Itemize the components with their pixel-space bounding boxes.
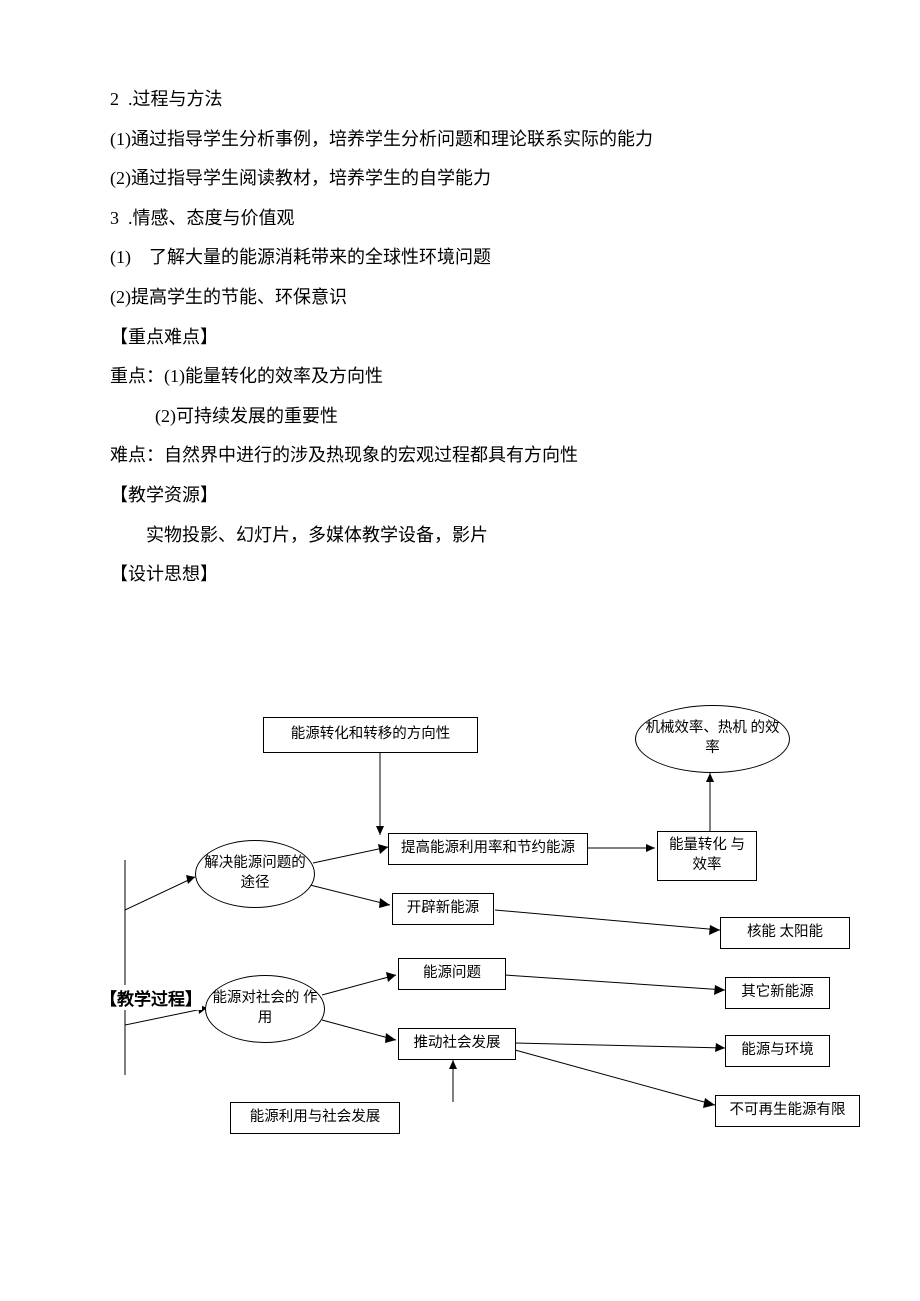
heading-resources: 【教学资源】 — [110, 476, 820, 516]
text-line: 2 .过程与方法 — [110, 80, 820, 120]
text-line: 难点：自然界中进行的涉及热现象的宏观过程都具有方向性 — [110, 436, 820, 476]
node-solve-path: 解决能源问题的途径 — [195, 840, 315, 908]
text-line: 重点：(1)能量转化的效率及方向性 — [110, 357, 820, 397]
node-conversion-efficiency: 能量转化 与效率 — [657, 831, 757, 881]
text-line: (2)可持续发展的重要性 — [110, 397, 820, 437]
node-mechanical-efficiency: 机械效率、热机 的效率 — [635, 705, 790, 773]
text-line: 实物投影、幻灯片，多媒体教学设备，影片 — [110, 516, 820, 556]
node-utilize-development: 能源利用与社会发展 — [230, 1102, 400, 1134]
node-new-source: 开辟新能源 — [392, 893, 494, 925]
node-improve-usage: 提高能源利用率和节约能源 — [388, 833, 588, 865]
text-line: (2)通过指导学生阅读教材，培养学生的自学能力 — [110, 159, 820, 199]
node-nonrenewable: 不可再生能源有限 — [715, 1095, 860, 1127]
node-drive-society: 推动社会发展 — [398, 1028, 516, 1060]
text-line: (2)提高学生的节能、环保意识 — [110, 278, 820, 318]
concept-diagram: 能源转化和转移的方向性 机械效率、热机 的效率 解决能源问题的途径 能源对社会的… — [100, 685, 860, 1215]
heading-keypoints: 【重点难点】 — [110, 318, 820, 358]
node-energy-env: 能源与环境 — [725, 1035, 830, 1067]
node-energy-role: 能源对社会的 作用 — [205, 975, 325, 1043]
heading-design: 【设计思想】 — [110, 555, 820, 595]
heading-teaching-process: 【教学过程】 — [100, 985, 202, 1010]
node-nuclear-solar: 核能 太阳能 — [720, 917, 850, 949]
text-line: (1) 了解大量的能源消耗带来的全球性环境问题 — [110, 238, 820, 278]
node-other-new: 其它新能源 — [725, 977, 830, 1009]
node-energy-problem: 能源问题 — [398, 958, 506, 990]
text-line: (1)通过指导学生分析事例，培养学生分析问题和理论联系实际的能力 — [110, 120, 820, 160]
text-line: 3 .情感、态度与价值观 — [110, 199, 820, 239]
node-direction-conversion: 能源转化和转移的方向性 — [263, 717, 478, 753]
